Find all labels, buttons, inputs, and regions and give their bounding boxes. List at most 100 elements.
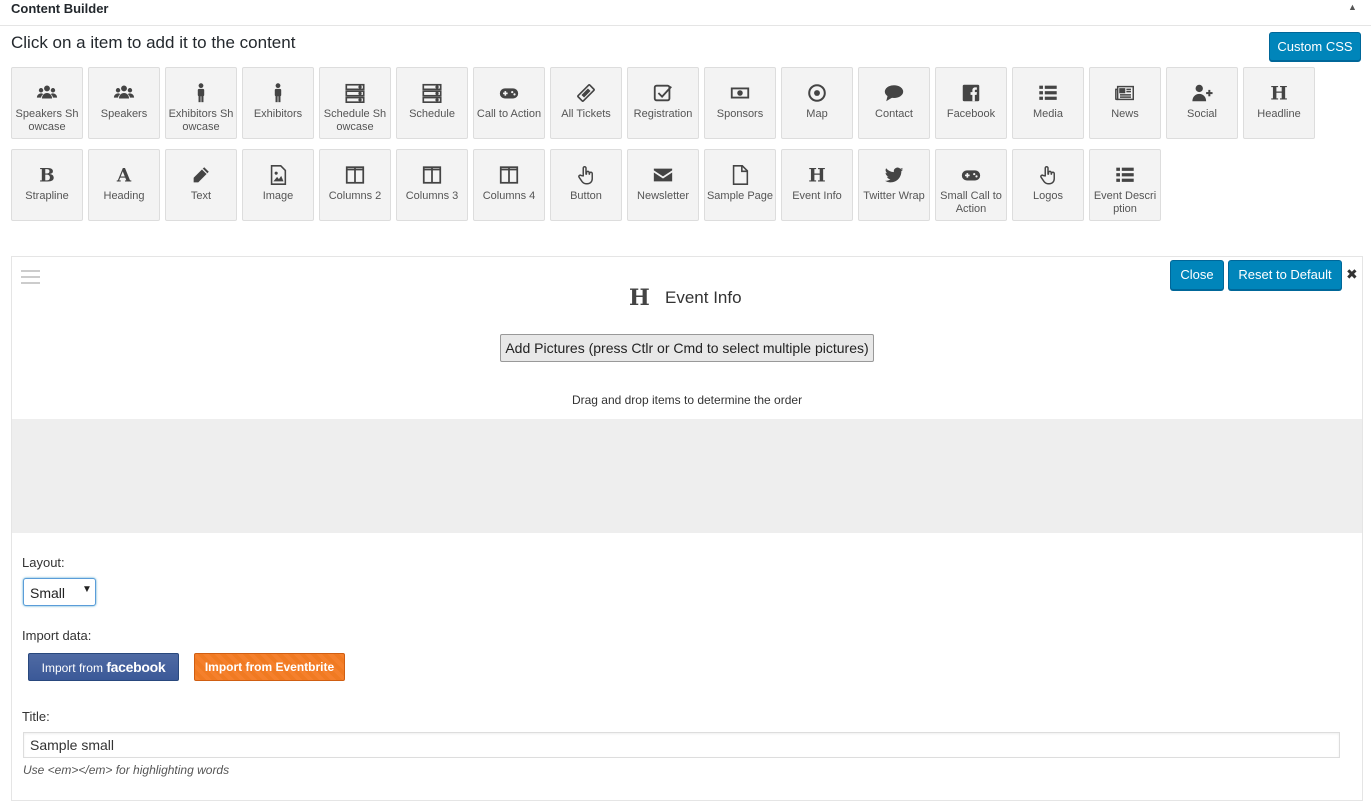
gamepad-icon bbox=[936, 164, 1006, 186]
hand-pointer-icon bbox=[1013, 164, 1083, 186]
chevron-down-icon: ▼ bbox=[82, 584, 92, 595]
palette-item-strapline[interactable]: B Strapline bbox=[11, 149, 83, 221]
bold-icon: B bbox=[12, 164, 82, 186]
palette-item-label: All Tickets bbox=[561, 108, 611, 120]
palette-item-registration[interactable]: Registration bbox=[627, 67, 699, 139]
palette-item-all-tickets[interactable]: All Tickets bbox=[550, 67, 622, 139]
palette-item-exhibitors-showcase[interactable]: Exhibitors Showcase bbox=[165, 67, 237, 139]
title-input[interactable]: Sample small bbox=[23, 732, 1340, 758]
import-eventbrite-button[interactable]: Import from Eventbrite bbox=[194, 653, 345, 681]
male-icon bbox=[166, 82, 236, 104]
palette-item-label: Sponsors bbox=[716, 108, 764, 120]
palette-item-event-info[interactable]: H Event Info bbox=[781, 149, 853, 221]
panel-title: Event Info bbox=[665, 288, 742, 307]
header-title: Content Builder bbox=[11, 1, 109, 16]
palette-item-label: Columns 4 bbox=[482, 190, 536, 202]
palette-item-label: Strapline bbox=[25, 190, 69, 202]
money-icon bbox=[705, 82, 775, 104]
columns-icon bbox=[397, 164, 467, 186]
gamepad-icon bbox=[474, 82, 544, 104]
palette-item-label: Image bbox=[262, 190, 294, 202]
svg-text:B: B bbox=[39, 165, 55, 186]
palette-item-image[interactable]: Image bbox=[242, 149, 314, 221]
palette-item-speakers[interactable]: Speakers bbox=[88, 67, 160, 139]
palette-item-facebook[interactable]: Facebook bbox=[935, 67, 1007, 139]
palette-item-event-description[interactable]: Event Description bbox=[1089, 149, 1161, 221]
palette-item-newsletter[interactable]: Newsletter bbox=[627, 149, 699, 221]
palette-item-label: Columns 2 bbox=[328, 190, 382, 202]
users-icon bbox=[12, 82, 82, 104]
palette-item-label: Small Call to Action bbox=[940, 190, 1002, 215]
palette-item-label: Speakers Showcase bbox=[15, 108, 79, 133]
palette-item-columns-4[interactable]: Columns 4 bbox=[473, 149, 545, 221]
user-plus-icon bbox=[1167, 82, 1237, 104]
list-icon bbox=[1090, 164, 1160, 186]
palette-item-label: Schedule bbox=[409, 108, 455, 120]
palette-item-sample-page[interactable]: Sample Page bbox=[704, 149, 776, 221]
reset-to-default-button[interactable]: Reset to Default bbox=[1228, 260, 1342, 290]
palette-item-label: Sample Page bbox=[706, 190, 774, 202]
users-icon bbox=[89, 82, 159, 104]
palette-item-exhibitors[interactable]: Exhibitors bbox=[242, 67, 314, 139]
palette-item-speakers-showcase[interactable]: Speakers Showcase bbox=[11, 67, 83, 139]
palette-item-columns-2[interactable]: Columns 2 bbox=[319, 149, 391, 221]
palette-item-schedule[interactable]: Schedule bbox=[396, 67, 468, 139]
palette-item-logos[interactable]: Logos bbox=[1012, 149, 1084, 221]
header-icon: H bbox=[1244, 82, 1314, 104]
palette-item-label: Registration bbox=[633, 108, 693, 120]
palette-item-label: Text bbox=[190, 190, 212, 202]
layout-select-value: Small bbox=[30, 585, 66, 601]
add-pictures-button[interactable]: Add Pictures (press Ctlr or Cmd to selec… bbox=[500, 334, 874, 362]
palette-item-label: Exhibitors Showcase bbox=[168, 108, 234, 133]
palette-item-news[interactable]: News bbox=[1089, 67, 1161, 139]
palette-item-label: Button bbox=[570, 190, 602, 202]
file-icon bbox=[705, 164, 775, 186]
columns-icon bbox=[320, 164, 390, 186]
palette-item-columns-3[interactable]: Columns 3 bbox=[396, 149, 468, 221]
check-square-icon bbox=[628, 82, 698, 104]
palette-item-twitter-wrap[interactable]: Twitter Wrap bbox=[858, 149, 930, 221]
newspaper-icon bbox=[1090, 82, 1160, 104]
comment-icon bbox=[859, 82, 929, 104]
content-builder-header: Content Builder ▲ bbox=[0, 0, 1371, 26]
header-icon: H bbox=[629, 285, 650, 311]
list-icon bbox=[1013, 82, 1083, 104]
palette-item-map[interactable]: Map bbox=[781, 67, 853, 139]
palette-item-media[interactable]: Media bbox=[1012, 67, 1084, 139]
palette-item-heading[interactable]: A Heading bbox=[88, 149, 160, 221]
font-icon: A bbox=[89, 164, 159, 186]
palette-item-label: Social bbox=[1187, 108, 1217, 120]
palette-item-sponsors[interactable]: Sponsors bbox=[704, 67, 776, 139]
palette-item-call-to-action[interactable]: Call to Action bbox=[473, 67, 545, 139]
import-facebook-button[interactable]: Import from facebook bbox=[28, 653, 179, 681]
columns-icon bbox=[474, 164, 544, 186]
palette-item-label: Heading bbox=[103, 190, 145, 202]
palette-item-contact[interactable]: Contact bbox=[858, 67, 930, 139]
pictures-drop-area[interactable] bbox=[12, 419, 1362, 533]
layout-select[interactable]: Small ▼ bbox=[23, 578, 96, 606]
palette-item-text[interactable]: Text bbox=[165, 149, 237, 221]
palette-item-social[interactable]: Social bbox=[1166, 67, 1238, 139]
svg-text:A: A bbox=[116, 165, 132, 186]
palette-item-label: Media bbox=[1033, 108, 1063, 120]
close-button[interactable]: Close bbox=[1170, 260, 1224, 290]
svg-text:H: H bbox=[808, 165, 825, 186]
collapse-toggle-icon[interactable]: ▲ bbox=[1348, 2, 1357, 12]
palette-item-small-call-to-action[interactable]: Small Call to Action bbox=[935, 149, 1007, 221]
drag-handle-icon[interactable] bbox=[21, 270, 40, 284]
palette-item-label: Event Description bbox=[1093, 190, 1157, 215]
palette-item-label: Schedule Showcase bbox=[323, 108, 387, 133]
palette-item-label: Newsletter bbox=[637, 190, 689, 202]
palette-item-schedule-showcase[interactable]: Schedule Showcase bbox=[319, 67, 391, 139]
palette-item-button[interactable]: Button bbox=[550, 149, 622, 221]
palette-item-headline[interactable]: H Headline bbox=[1243, 67, 1315, 139]
remove-icon[interactable]: ✖ bbox=[1346, 266, 1358, 283]
palette-item-label: Twitter Wrap bbox=[863, 190, 925, 202]
palette-item-label: Contact bbox=[875, 108, 913, 120]
custom-css-button[interactable]: Custom CSS bbox=[1269, 32, 1361, 61]
palette-item-label: Headline bbox=[1257, 108, 1301, 120]
header-icon: H bbox=[782, 164, 852, 186]
instruction-text: Click on a item to add it to the content bbox=[11, 33, 296, 52]
hand-pointer-icon bbox=[551, 164, 621, 186]
image-file-icon bbox=[243, 164, 313, 186]
